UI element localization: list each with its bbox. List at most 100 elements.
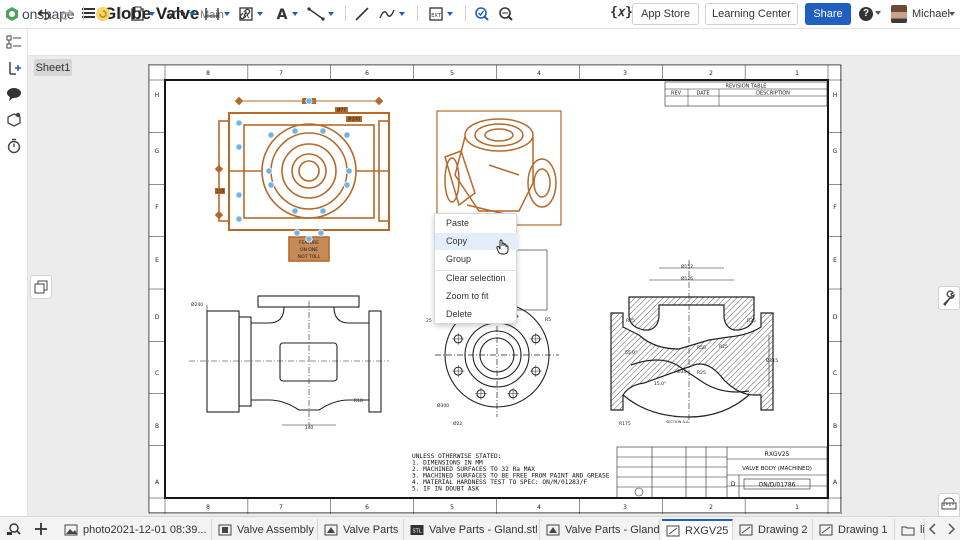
add-tab-icon[interactable]	[34, 522, 48, 536]
dimension-handle[interactable]	[214, 164, 224, 174]
dimension-text[interactable]: R25	[626, 318, 635, 324]
feature-note-line[interactable]: ON ONE	[300, 247, 318, 253]
dimension-text[interactable]: R25	[747, 318, 756, 324]
selection-handle[interactable]	[291, 207, 299, 215]
tab-valve-parts[interactable]: Valve Parts	[320, 519, 404, 540]
dimension-text[interactable]: Ø300	[437, 402, 449, 409]
title-block[interactable]	[616, 446, 828, 499]
top-view-selected[interactable]	[218, 100, 390, 262]
dimension-text[interactable]: R175	[619, 421, 631, 427]
selection-handle[interactable]	[293, 229, 301, 237]
text-tool[interactable]: A	[275, 5, 298, 22]
selection-handle[interactable]	[305, 235, 313, 243]
undo-icon[interactable]	[37, 5, 51, 22]
check-tool[interactable]	[474, 5, 490, 22]
selection-handle[interactable]	[319, 207, 327, 215]
dimension-text[interactable]: Ø22	[453, 420, 462, 427]
selection-handle[interactable]	[343, 131, 351, 139]
dimension-text[interactable]: R25	[697, 370, 706, 376]
dimension-text[interactable]: Ø126	[681, 275, 693, 282]
parts-icon[interactable]	[6, 112, 22, 128]
inspect-tool[interactable]	[498, 5, 514, 22]
drawing-number[interactable]: ON/D/01786	[759, 482, 796, 489]
menu-item-paste[interactable]: Paste	[435, 215, 518, 232]
selection-handle[interactable]	[235, 119, 243, 127]
dimension-text[interactable]: Ø240	[191, 301, 203, 308]
tab-rxgv25[interactable]: RXGV25	[662, 519, 733, 540]
dimension-handle[interactable]	[234, 96, 244, 106]
dimension-text[interactable]: Ø77	[337, 107, 346, 114]
dimension-text[interactable]: 25	[426, 318, 432, 324]
selection-handle[interactable]	[319, 127, 327, 135]
dimension-text[interactable]: Ø34	[677, 368, 686, 375]
part-number[interactable]: RXGV25	[765, 451, 790, 458]
sheet-tab[interactable]: Sheet1	[34, 59, 72, 76]
user-caret-icon[interactable]	[949, 12, 955, 16]
scroll-right-icon[interactable]	[946, 523, 956, 535]
spline-tool[interactable]	[378, 5, 405, 22]
learning-center-button[interactable]: Learning Center	[705, 3, 798, 25]
revision-table[interactable]: REVISION TABLE REV DATE DESCRIPTION	[664, 81, 828, 107]
section-view[interactable]	[610, 260, 774, 425]
dimension-text[interactable]: R5	[545, 317, 551, 323]
share-button[interactable]: Share	[805, 3, 851, 25]
tab-valve-assembly[interactable]: Valve Assembly	[214, 519, 318, 540]
dimension-text[interactable]: 55.0°	[625, 350, 637, 356]
dimension-text[interactable]: 15.0°	[654, 381, 666, 387]
gdt-tool[interactable]: A	[238, 5, 263, 22]
centerline-tool[interactable]	[354, 5, 370, 22]
dimension-text[interactable]: R25	[719, 344, 728, 350]
insert-icon[interactable]	[6, 60, 22, 76]
selection-handle[interactable]	[265, 167, 273, 175]
tab-li[interactable]: li	[897, 519, 925, 540]
isometric-view-selected[interactable]	[436, 110, 562, 226]
line-tool[interactable]	[307, 5, 334, 22]
onshape-logo-icon[interactable]	[5, 7, 19, 21]
variable-icon[interactable]: {𝑥}	[610, 5, 633, 20]
search-tabs-icon[interactable]	[6, 522, 22, 536]
section-label[interactable]: SECTION A-A	[666, 420, 689, 424]
sheet-size[interactable]: D	[731, 481, 736, 488]
feature-note-line[interactable]: NOT TOLL	[298, 254, 321, 260]
dimension-tool[interactable]	[203, 5, 230, 22]
app-store-button[interactable]: App Store	[632, 3, 699, 25]
selection-handle[interactable]	[343, 181, 351, 189]
selection-handle[interactable]	[345, 167, 353, 175]
redo-icon[interactable]	[60, 5, 74, 22]
dimension-text[interactable]: R50	[697, 345, 706, 351]
tab-drawing-1[interactable]: Drawing 1	[815, 519, 895, 540]
selection-handle[interactable]	[305, 97, 313, 105]
tab-drawing-2[interactable]: Drawing 2	[735, 519, 813, 540]
part-description[interactable]: VALVE BODY (MACHINED)	[742, 466, 812, 472]
selection-handle[interactable]	[235, 191, 243, 199]
note-line[interactable]: 5. IF IN DOUBT ASK	[412, 486, 479, 493]
measure-panel-button[interactable]	[938, 493, 960, 517]
help-caret-icon[interactable]	[875, 11, 881, 15]
dimension-text[interactable]: Ø152	[681, 263, 693, 270]
section-view-tool[interactable]	[168, 5, 195, 22]
menu-item-delete[interactable]: Delete	[435, 306, 518, 323]
dimension-text[interactable]: 140	[305, 425, 314, 431]
user-name[interactable]: Michael	[912, 8, 950, 20]
views-panel-button[interactable]	[30, 275, 52, 299]
tab-valve-parts-gland-stl[interactable]: STL Valve Parts - Gland.stl	[406, 519, 540, 540]
dimension-text[interactable]: 110	[216, 189, 225, 195]
scroll-left-icon[interactable]	[928, 523, 938, 535]
dimension-text[interactable]: Ø115	[766, 357, 778, 364]
feature-list-icon[interactable]	[6, 34, 22, 50]
export-tool[interactable]: EXT	[428, 5, 453, 22]
front-view[interactable]	[189, 295, 389, 426]
insert-view-tool[interactable]	[130, 5, 155, 22]
menu-item-clear-selection[interactable]: Clear selection	[435, 270, 518, 287]
selection-handle[interactable]	[235, 215, 243, 223]
selection-handle[interactable]	[291, 127, 299, 135]
menu-icon[interactable]	[82, 6, 96, 20]
properties-panel-button[interactable]	[938, 286, 960, 310]
selection-handle[interactable]	[235, 143, 243, 151]
dimension-handle[interactable]	[214, 210, 224, 220]
dimension-handle[interactable]	[374, 96, 384, 106]
help-icon[interactable]: ?	[859, 7, 873, 21]
selection-handle[interactable]	[267, 131, 275, 139]
tab-photo2021-12-01-08-39[interactable]: photo2021-12-01 08:39...	[60, 519, 212, 540]
tab-valve-parts-gland[interactable]: Valve Parts - Gland	[542, 519, 660, 540]
